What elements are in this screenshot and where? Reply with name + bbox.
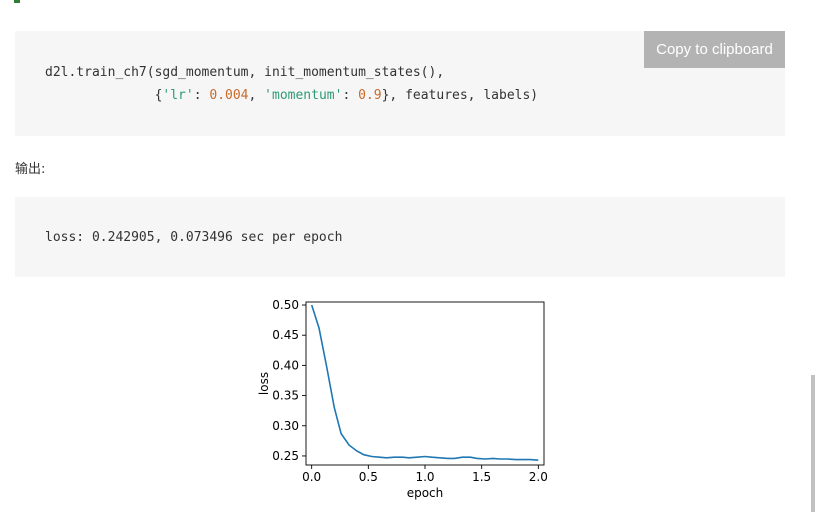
output-text: loss: 0.242905, 0.073496 sec per epoch [45,230,343,245]
y-axis-label: loss [257,372,271,395]
y-tick-label: 0.30 [272,419,299,433]
copy-to-clipboard-button[interactable]: Copy to clipboard [644,31,785,68]
code-line-1: d2l.train_ch7(sgd_momentum, init_momentu… [45,65,445,80]
y-tick-label: 0.45 [272,328,299,342]
loss-line [310,304,539,461]
y-tick-label: 0.25 [272,449,299,463]
code-token-colon-2: : [342,88,359,103]
code-line-2: {'lr': 0.004, 'momentum': 0.9}, features… [45,87,539,105]
y-tick-label: 0.40 [272,358,299,372]
x-tick-label: 0.0 [302,470,321,484]
code-indent: { [45,88,163,103]
loss-chart: 0.0 0.5 1.0 1.5 2.0 0.25 0.30 0.35 0.40 0.45 0.50 e… [257,298,548,500]
code-token-lr-value: 0.004 [209,88,249,103]
y-tick-label: 0.35 [272,389,299,403]
code-token-lr-key: 'lr' [162,88,194,103]
code-token-momentum-value: 0.9 [358,88,382,103]
code-token-colon: : [193,88,210,103]
x-tick-label: 2.0 [529,470,548,484]
top-left-marker [14,0,20,3]
code-token-rest: }, features, labels) [381,88,539,103]
code-token-momentum-key: 'momentum' [264,88,343,103]
y-tick-label: 0.50 [272,298,299,312]
plot-frame [305,301,545,466]
output-label: 输出: [15,162,46,177]
x-tick-label: 1.5 [472,470,491,484]
output-code-block: loss: 0.242905, 0.073496 sec per epoch [15,197,785,277]
x-tick-label: 0.5 [359,470,378,484]
x-tick-label: 1.0 [415,470,434,484]
x-axis-label: epoch [407,486,444,500]
code-token-comma: , [248,88,265,103]
scrollbar[interactable] [811,375,815,512]
